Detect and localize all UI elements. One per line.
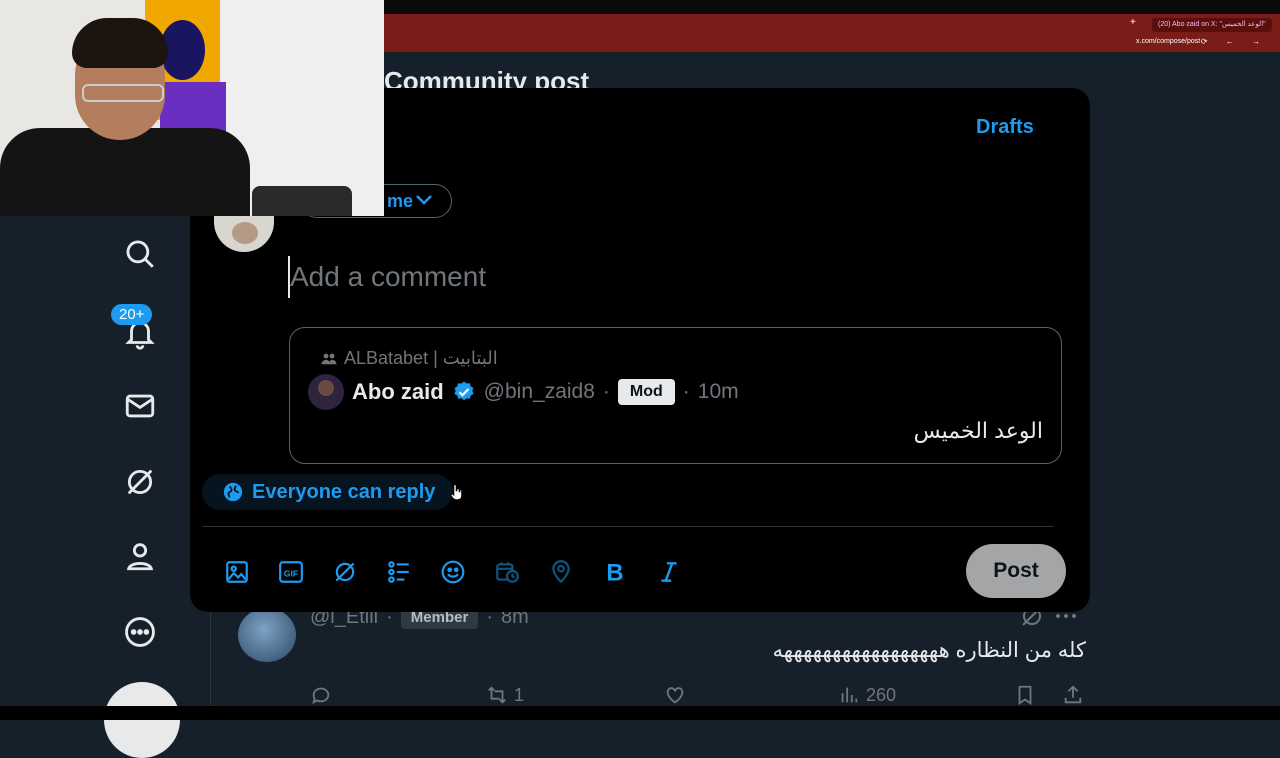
more-icon[interactable] xyxy=(122,614,158,650)
search-icon[interactable] xyxy=(122,236,158,272)
drafts-button[interactable]: Drafts xyxy=(976,116,1034,139)
emoji-icon[interactable] xyxy=(426,550,480,594)
grok-icon[interactable] xyxy=(122,464,158,500)
separator: · xyxy=(602,380,610,403)
svg-text:GIF: GIF xyxy=(284,568,298,578)
account-avatar[interactable] xyxy=(104,682,180,758)
quoted-post-card[interactable]: ALBatabet | البتابيت Abo zaid @bin_zaid8… xyxy=(289,327,1062,464)
comment-input[interactable] xyxy=(288,256,1012,298)
avatar[interactable] xyxy=(238,608,296,662)
profile-icon[interactable] xyxy=(122,538,158,574)
address-bar[interactable]: x.com/compose/post xyxy=(1136,38,1200,45)
views-count: 260 xyxy=(866,684,897,705)
community-icon xyxy=(321,353,337,364)
post-button[interactable]: Post xyxy=(966,544,1066,598)
author-name[interactable]: Abo zaid xyxy=(352,379,444,405)
reply-text: كله من النظاره هههههههههههههههههه xyxy=(772,639,1087,662)
audience-label: me xyxy=(387,191,414,211)
community-name: ALBatabet | البتابيت xyxy=(344,348,498,368)
post-time: 10m xyxy=(697,380,739,403)
location-icon[interactable] xyxy=(534,550,588,594)
browser-chrome: + (20) Abo zaid on X: "الوعد الخميس" x.c… xyxy=(384,14,1280,52)
gif-icon[interactable]: GIF xyxy=(264,550,318,594)
left-sidebar: 20+ xyxy=(96,216,188,758)
author-handle[interactable]: @bin_zaid8 xyxy=(484,380,595,404)
views-button[interactable]: 260 xyxy=(838,684,896,706)
bold-icon[interactable]: B xyxy=(588,550,642,594)
repost-count: 1 xyxy=(514,684,525,705)
browser-nav-icons[interactable]: ⟳ ← → xyxy=(1201,37,1268,46)
quoted-post-header: Abo zaid @bin_zaid8 · Mod · 10m xyxy=(308,374,739,410)
italic-icon[interactable] xyxy=(642,550,696,594)
repost-icon xyxy=(488,686,506,704)
compose-toolbar: GIF B xyxy=(210,550,696,594)
community-label: ALBatabet | البتابيت xyxy=(320,348,498,369)
schedule-icon[interactable] xyxy=(480,550,534,594)
repost-button[interactable]: 1 xyxy=(486,684,524,706)
quoted-post-text: الوعد الخميس xyxy=(913,418,1043,443)
new-tab-button[interactable]: + xyxy=(1130,17,1136,28)
share-icon[interactable] xyxy=(1062,684,1084,706)
mail-icon[interactable] xyxy=(122,388,158,424)
globe-icon xyxy=(223,482,243,502)
comment-icon[interactable] xyxy=(310,684,332,706)
browser-tab[interactable]: (20) Abo zaid on X: "الوعد الخميس" xyxy=(1152,18,1272,32)
chevron-down-icon xyxy=(416,195,432,205)
divider xyxy=(202,526,1054,527)
reply-settings-button[interactable]: Everyone can reply xyxy=(202,474,454,510)
views-icon xyxy=(841,687,858,703)
avatar[interactable] xyxy=(308,374,344,410)
image-icon[interactable] xyxy=(210,550,264,594)
screen-bottom-strip xyxy=(0,706,1280,720)
bookmark-icon[interactable] xyxy=(1014,684,1036,706)
reply-settings-label: Everyone can reply xyxy=(252,480,436,503)
grok-icon[interactable] xyxy=(318,550,372,594)
verified-badge-icon xyxy=(452,380,476,404)
poll-icon[interactable] xyxy=(372,550,426,594)
svg-text:B: B xyxy=(606,560,623,585)
heart-icon[interactable] xyxy=(664,684,686,706)
hand-cursor-icon xyxy=(450,484,462,500)
webcam-overlay xyxy=(0,0,384,216)
avatar[interactable] xyxy=(214,212,274,252)
separator: · xyxy=(682,380,690,403)
notification-count-badge: 20+ xyxy=(111,304,153,325)
right-column xyxy=(1112,52,1280,712)
mod-badge: Mod xyxy=(617,379,675,405)
